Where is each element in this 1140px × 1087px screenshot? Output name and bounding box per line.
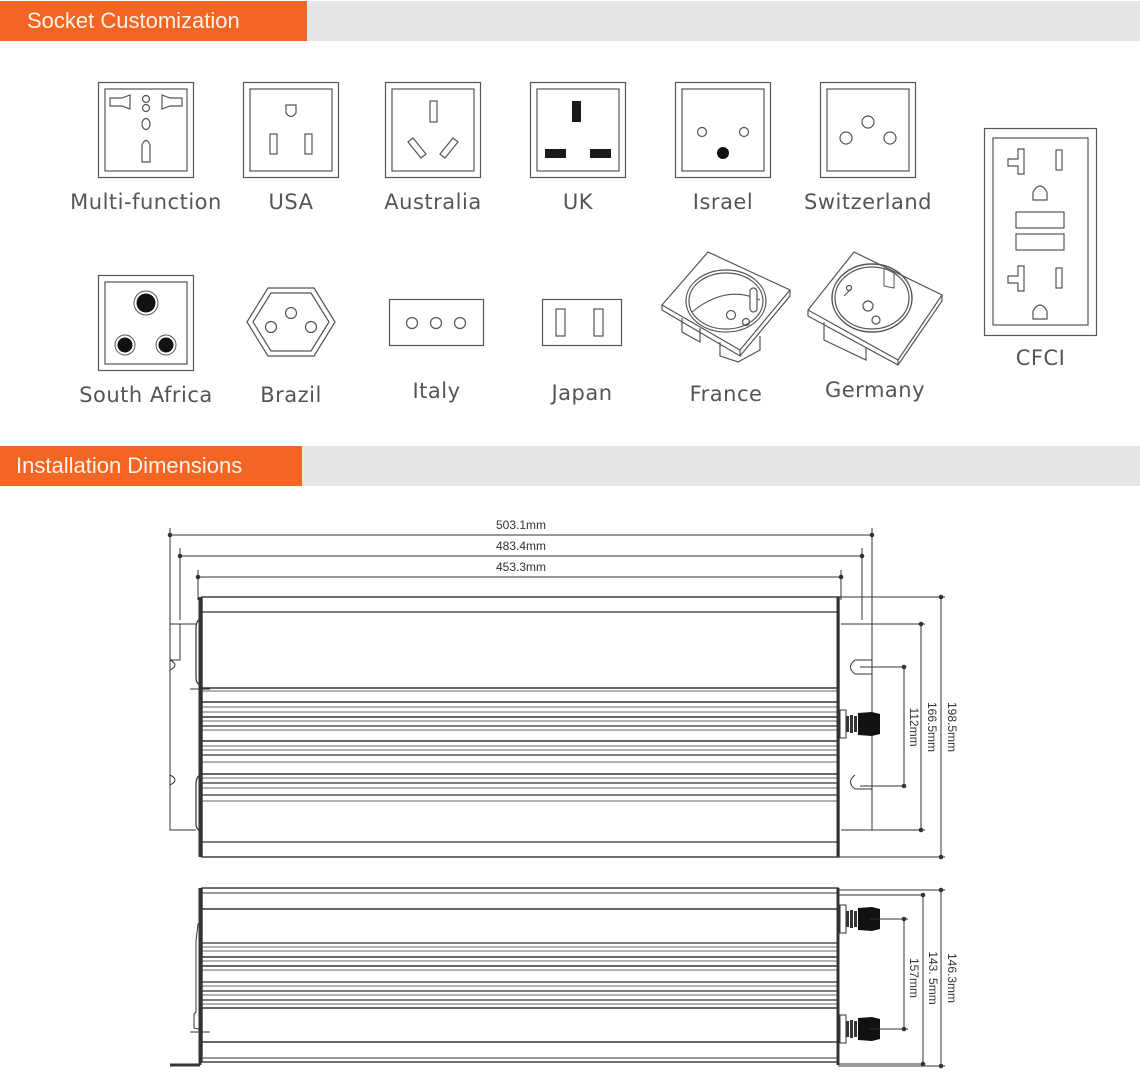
side-body-height-label: 143. 5mm — [926, 951, 940, 1004]
japan-socket-icon — [541, 298, 623, 347]
socket-brazil: Brazil — [246, 287, 336, 407]
germany-socket-icon — [807, 251, 943, 367]
terminal-spacing-label: 157mm — [907, 958, 921, 998]
socket-france: France — [660, 250, 792, 406]
socket-switzerland: Switzerland — [804, 81, 932, 214]
socket-italy: Italy — [388, 298, 485, 403]
installation-dimensions-header: Installation Dimensions — [0, 446, 1140, 486]
socket-customization-title: Socket Customization — [0, 1, 307, 41]
socket-israel: Israel — [674, 81, 772, 214]
brazil-socket-icon — [246, 287, 336, 357]
socket-multi-function: Multi-function — [70, 81, 221, 214]
usa-socket-icon — [242, 81, 340, 179]
terminal-knob-icon — [839, 709, 881, 739]
cfci-socket-icon — [983, 127, 1098, 337]
uk-socket-icon — [529, 81, 627, 179]
france-socket-icon — [661, 251, 791, 363]
italy-socket-icon — [388, 298, 485, 347]
switzerland-socket-icon — [819, 81, 917, 179]
socket-germany: Germany — [806, 250, 944, 402]
body-width-label: 453.3mm — [496, 560, 546, 574]
australia-socket-icon — [384, 81, 482, 179]
socket-south-africa: South Africa — [79, 274, 212, 407]
side-overall-height-label: 146.3mm — [945, 953, 959, 1003]
side-view-drawing — [170, 887, 945, 1067]
socket-australia: Australia — [384, 81, 482, 214]
multi-function-socket-icon — [97, 81, 195, 179]
slot-spacing-label: 112mm — [907, 707, 921, 746]
overall-height-label: 198.5mm — [945, 702, 959, 752]
mount-width-label: 483.4mm — [496, 539, 546, 553]
socket-usa: USA — [242, 81, 340, 214]
side-view-fins — [202, 942, 838, 1009]
socket-uk: UK — [529, 81, 627, 214]
socket-cfci: CFCI — [983, 127, 1098, 370]
socket-label: Germany — [824, 378, 926, 402]
socket-label: Switzerland — [804, 190, 932, 214]
israel-socket-icon — [674, 81, 772, 179]
overall-width-label: 503.1mm — [496, 518, 546, 532]
top-view-fins — [202, 687, 838, 802]
installation-dimensions-title: Installation Dimensions — [0, 446, 302, 486]
socket-label: CFCI — [1015, 346, 1066, 370]
socket-customization-header: Socket Customization — [0, 1, 1140, 41]
socket-japan: Japan — [541, 298, 623, 405]
mount-height-label: 166.5mm — [925, 702, 939, 752]
installation-drawing: 503.1mm 483.4mm 453.3mm 198.5mm 166.5mm … — [167, 518, 959, 1069]
south-africa-socket-icon — [97, 274, 195, 372]
